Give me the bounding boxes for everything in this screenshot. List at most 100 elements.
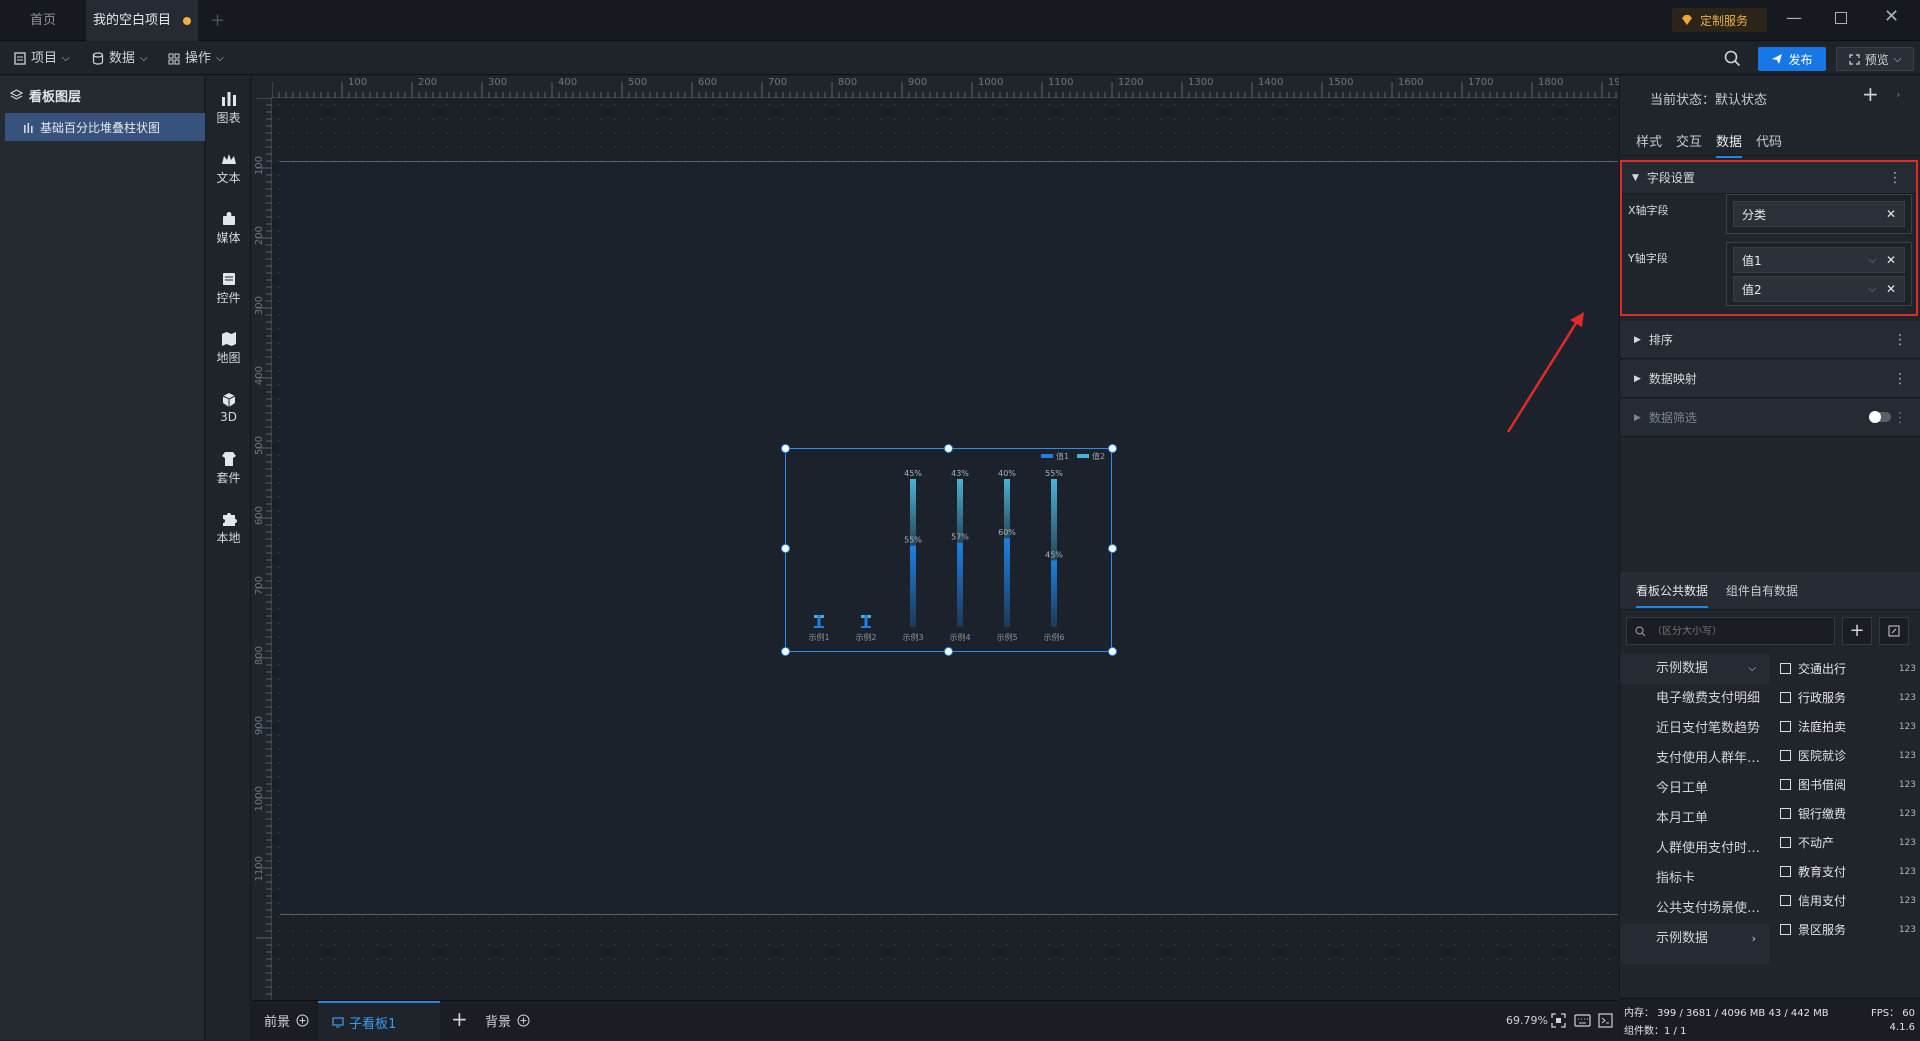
chart-widget[interactable]: 值1 值2 示例1 示例2 55% 45% 示例3 57% 43% 示例4 60% 40% 示例5 45…	[785, 448, 1112, 652]
field-item[interactable]: 信用支付 123	[1780, 886, 1916, 915]
state-value[interactable]: 默认状态	[1715, 93, 1767, 108]
tool-text[interactable]: 文本	[206, 140, 251, 196]
subboard-tab[interactable]: 子看板1	[318, 1001, 440, 1041]
more-icon[interactable]: ⋮	[1888, 170, 1902, 186]
dataset-item[interactable]: 近日支付笔数趋势	[1620, 714, 1770, 744]
dataset-item[interactable]: 今日工单	[1620, 774, 1770, 804]
field-item[interactable]: 法庭拍卖 123	[1780, 712, 1916, 741]
menu-project[interactable]: 项目 ⌵	[14, 42, 70, 75]
add-circle-icon[interactable]	[296, 1014, 309, 1027]
resize-handle-tr[interactable]	[1108, 444, 1117, 453]
chevron-down-icon[interactable]: ⌵	[1868, 255, 1876, 266]
tab-public-data[interactable]: 看板公共数据	[1636, 582, 1709, 608]
field-item[interactable]: 图书借阅 123	[1780, 770, 1916, 799]
resize-handle-t[interactable]	[944, 444, 953, 453]
menu-data[interactable]: 数据 ⌵	[92, 42, 148, 75]
more-icon[interactable]: ⋮	[1893, 332, 1907, 348]
tool-widget[interactable]: 控件	[206, 260, 251, 316]
x-axis-dropzone[interactable]: 分类 ✕	[1726, 194, 1912, 234]
y-field-chip[interactable]: 值2 ⌵ ✕	[1733, 276, 1905, 302]
dataset-item[interactable]: 本月工单	[1620, 804, 1770, 834]
publish-button[interactable]: 发布	[1758, 47, 1826, 71]
resize-handle-br[interactable]	[1108, 647, 1117, 656]
resize-handle-tl[interactable]	[781, 444, 790, 453]
dataset-item[interactable]: 支付使用人群年龄...	[1620, 744, 1770, 774]
zoom-level[interactable]: 69.79%	[1506, 1014, 1548, 1027]
terminal-icon[interactable]	[1598, 1013, 1613, 1028]
add-circle-icon[interactable]	[517, 1014, 530, 1027]
checkbox[interactable]	[1780, 924, 1791, 935]
new-tab-plus-icon[interactable]: +	[210, 10, 225, 31]
chevron-right-icon[interactable]: ›	[1896, 88, 1900, 101]
remove-icon[interactable]: ✕	[1886, 282, 1896, 296]
restore-icon[interactable]	[1835, 12, 1847, 24]
tab-interaction[interactable]: 交互	[1676, 131, 1702, 150]
remove-icon[interactable]: ✕	[1886, 253, 1896, 267]
checkbox[interactable]	[1780, 663, 1791, 674]
sort-section-header[interactable]: ▶ 排序 ⋮	[1620, 321, 1920, 359]
field-item[interactable]: 交通出行 123	[1780, 654, 1916, 683]
mapping-section-header[interactable]: ▶ 数据映射 ⋮	[1620, 360, 1920, 398]
field-item[interactable]: 不动产 123	[1780, 828, 1916, 857]
field-item[interactable]: 景区服务 123	[1780, 915, 1916, 944]
dataset-item[interactable]: 公共支付场景使用...	[1620, 894, 1770, 924]
field-item[interactable]: 行政服务 123	[1780, 683, 1916, 712]
field-item[interactable]: 医院就诊 123	[1780, 741, 1916, 770]
checkbox[interactable]	[1780, 779, 1791, 790]
tool-media[interactable]: 媒体	[206, 200, 251, 256]
minimize-icon[interactable]: —	[1786, 8, 1802, 27]
checkbox[interactable]	[1780, 808, 1791, 819]
tab-code[interactable]: 代码	[1756, 131, 1782, 150]
filter-toggle[interactable]	[1869, 411, 1891, 423]
tab-project[interactable]: 我的空白项目	[86, 0, 198, 41]
tool-suite[interactable]: 套件	[206, 440, 251, 496]
background-tab[interactable]: 背景	[485, 1011, 530, 1030]
dataset-item[interactable]: 人群使用支付时间...	[1620, 834, 1770, 864]
x-field-chip[interactable]: 分类 ✕	[1733, 201, 1905, 227]
dataset-group-header[interactable]: 示例数据 ›	[1620, 924, 1770, 954]
close-icon[interactable]: ✕	[1884, 6, 1899, 27]
checkbox[interactable]	[1780, 750, 1791, 761]
tool-3d[interactable]: 3D	[206, 380, 251, 436]
field-item[interactable]: 银行缴费 123	[1780, 799, 1916, 828]
tool-map[interactable]: 地图	[206, 320, 251, 376]
filter-section-header[interactable]: ▶ 数据筛选 ⋮	[1620, 399, 1920, 437]
resize-handle-r[interactable]	[1108, 544, 1117, 553]
custom-service-button[interactable]: 定制服务	[1672, 8, 1767, 32]
fit-screen-icon[interactable]	[1551, 1013, 1566, 1028]
resize-handle-l[interactable]	[781, 544, 790, 553]
dataset-group-header[interactable]: 示例数据 ⌵	[1620, 654, 1770, 684]
resize-handle-b[interactable]	[944, 647, 953, 656]
menu-operation[interactable]: 操作 ⌵	[168, 42, 224, 75]
add-subboard-icon[interactable]: +	[451, 1007, 468, 1031]
data-search-box[interactable]	[1626, 617, 1835, 645]
vertical-ruler[interactable]: 100 200 300 400 500 600 700 800 900 1000 1100	[252, 98, 272, 1000]
dataset-item[interactable]: 指标卡	[1620, 864, 1770, 894]
preview-button[interactable]: 预览 ⌵	[1836, 47, 1914, 71]
checkbox[interactable]	[1780, 895, 1791, 906]
tool-local[interactable]: 本地	[206, 500, 251, 556]
y-field-chip[interactable]: 值1 ⌵ ✕	[1733, 247, 1905, 273]
more-icon[interactable]: ⋮	[1893, 371, 1907, 387]
resize-handle-bl[interactable]	[781, 647, 790, 656]
checkbox[interactable]	[1780, 837, 1791, 848]
tab-own-data[interactable]: 组件自有数据	[1726, 582, 1798, 599]
add-state-icon[interactable]: +	[1862, 82, 1879, 106]
search-icon[interactable]	[1724, 50, 1741, 67]
edit-data-button[interactable]	[1879, 617, 1909, 645]
more-icon[interactable]: ⋮	[1893, 410, 1907, 426]
tool-chart[interactable]: 图表	[206, 80, 251, 136]
foreground-tab[interactable]: 前景	[264, 1011, 309, 1030]
y-axis-dropzone[interactable]: 值1 ⌵ ✕ 值2 ⌵ ✕	[1726, 242, 1912, 306]
layer-item[interactable]: 基础百分比堆叠柱状图	[5, 113, 205, 141]
checkbox[interactable]	[1780, 721, 1791, 732]
tab-style[interactable]: 样式	[1636, 131, 1662, 150]
checkbox[interactable]	[1780, 692, 1791, 703]
add-data-button[interactable]: +	[1842, 617, 1872, 645]
horizontal-ruler[interactable]: 100 200 300 400 500 600 700 800 900 1000 1100 1200 1…	[272, 76, 1633, 98]
chevron-down-icon[interactable]: ⌵	[1868, 284, 1876, 295]
field-settings-header[interactable]: ▼ 字段设置 ⋮	[1622, 162, 1916, 194]
data-search-input[interactable]	[1652, 625, 1822, 637]
keyboard-icon[interactable]	[1574, 1014, 1591, 1027]
remove-icon[interactable]: ✕	[1886, 207, 1896, 221]
